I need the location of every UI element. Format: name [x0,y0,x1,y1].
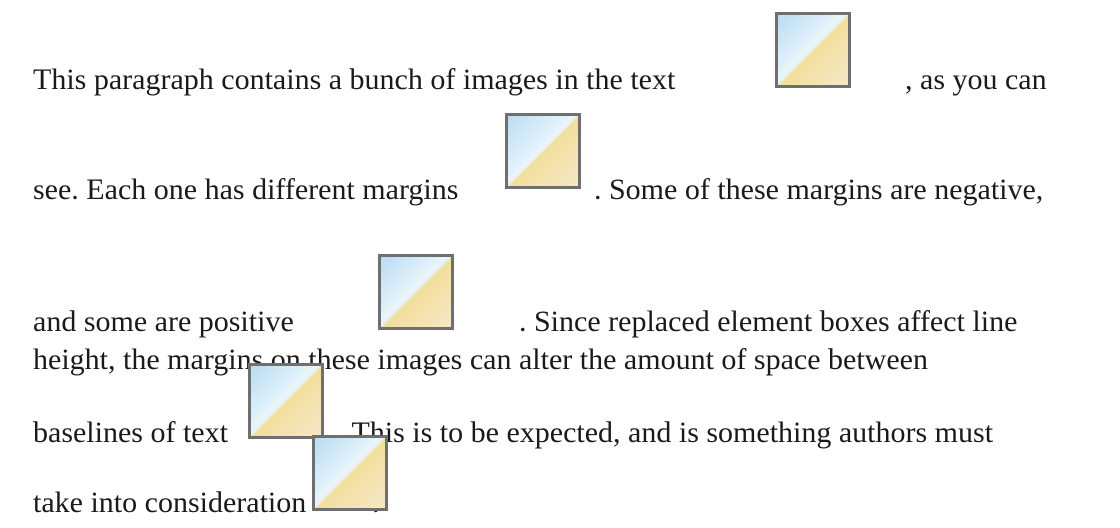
paragraph-line-1-end: , as you can [905,63,1047,96]
inline-image-3 [378,254,454,330]
paragraph-line-5-start: baselines of text [33,416,228,449]
paragraph-line-3-end: . Since replaced element boxes affect li… [519,305,1018,338]
paragraph-line-4: height, the margins on these images can … [33,343,928,376]
paragraph-line-5-end: . This is to be expected, and is somethi… [337,416,994,449]
paragraph-line-1-start: This paragraph contains a bunch of image… [33,63,676,96]
paragraph-line-3-start: and some are positive [33,305,294,338]
paragraph-line-6-start: take into consideration [33,486,307,519]
paragraph-line-2-start: see. Each one has different margins [33,173,459,206]
inline-image-1 [775,12,851,88]
inline-image-5 [312,435,388,511]
inline-image-2 [505,113,581,189]
paragraph-line-2-end: . Some of these margins are negative, [594,173,1044,206]
inline-image-4 [248,363,324,439]
